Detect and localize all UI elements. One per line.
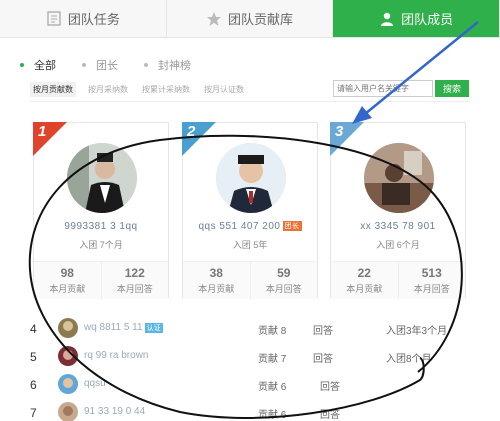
monthly-contrib-value: 22 bbox=[357, 266, 371, 280]
monthly-contrib-label: 本月贡献 bbox=[49, 284, 86, 294]
contrib-count: 贡献 8 bbox=[258, 322, 286, 337]
join-duration: 入团 7个月 bbox=[79, 240, 123, 250]
member-name-text[interactable]: qqs 551 407 200 bbox=[198, 221, 280, 232]
member-row[interactable]: 6 qqsu 贡献 6 回答 bbox=[30, 374, 470, 396]
join-duration: 入团 6个月 bbox=[376, 240, 420, 250]
contrib-label: 贡献 bbox=[258, 410, 278, 421]
member-row[interactable]: 4 wq 8811 5 11 认证 贡献 8 回答 入团3年3个月 bbox=[30, 318, 470, 340]
leader-badge: 团长 bbox=[282, 221, 302, 231]
answer-label: 回答 bbox=[320, 382, 340, 393]
rank-number: 1 bbox=[38, 123, 47, 140]
sort-monthly-certified[interactable]: 按月认证数 bbox=[204, 84, 244, 95]
sort-monthly-contrib[interactable]: 按月贡献数 bbox=[30, 82, 76, 97]
monthly-answers-value: 59 bbox=[277, 266, 291, 280]
top-member-card[interactable]: 1 9993381 3 1qq 入团 7个月 98 本月贡献 122 本月回答 bbox=[33, 122, 169, 299]
member-stats: 98 本月贡献 122 本月回答 bbox=[34, 261, 168, 299]
row-rank: 5 bbox=[30, 350, 37, 364]
rank-number: 3 bbox=[335, 123, 344, 140]
monthly-answers-value: 513 bbox=[421, 266, 442, 280]
monthly-contrib-label: 本月贡献 bbox=[198, 284, 235, 294]
monthly-answers-label: 本月回答 bbox=[413, 284, 450, 294]
sort-monthly-adopted[interactable]: 按月采纳数 bbox=[88, 84, 128, 95]
star-icon bbox=[206, 11, 222, 27]
member-name[interactable]: wq 8811 5 11 认证 bbox=[84, 322, 163, 333]
filter-hall-of-fame[interactable]: 封神榜 bbox=[144, 57, 191, 73]
tab-label: 团队成员 bbox=[401, 12, 454, 27]
member-filter: 全部 团长 封神榜 bbox=[20, 57, 191, 73]
user-icon bbox=[379, 11, 395, 27]
answer-label: 回答 bbox=[313, 326, 333, 337]
rank-badge: 2 bbox=[182, 122, 216, 156]
row-rank: 7 bbox=[30, 406, 37, 420]
monthly-answers-label: 本月回答 bbox=[265, 284, 302, 294]
rank-number: 2 bbox=[187, 123, 196, 140]
sort-bar: 按月贡献数 按月采纳数 按累计采纳数 按月认证数 搜索 bbox=[30, 80, 470, 102]
contrib-value: 8 bbox=[280, 326, 287, 337]
bullet-icon bbox=[82, 63, 86, 67]
join-duration: 入团8个月 bbox=[386, 354, 432, 365]
contrib-value: 6 bbox=[280, 410, 287, 421]
contrib-value: 6 bbox=[280, 382, 287, 393]
bullet-icon bbox=[144, 63, 148, 67]
avatar[interactable] bbox=[364, 143, 434, 213]
contrib-label: 贡献 bbox=[258, 382, 278, 393]
member-row[interactable]: 7 91 33 19 0 44 贡献 6 回答 bbox=[30, 402, 470, 421]
tab-label: 团队贡献库 bbox=[228, 12, 294, 27]
document-icon bbox=[46, 11, 62, 27]
answer-label: 回答 bbox=[320, 410, 340, 421]
tab-team-contributions[interactable]: 团队贡献库 bbox=[166, 0, 334, 37]
avatar[interactable] bbox=[58, 374, 78, 394]
member-name[interactable]: 91 33 19 0 44 bbox=[84, 406, 145, 417]
tab-label: 团队任务 bbox=[67, 12, 120, 27]
monthly-contrib-label: 本月贡献 bbox=[346, 284, 383, 294]
member-name[interactable]: rq 99 ra brown bbox=[84, 350, 148, 361]
search-button[interactable]: 搜索 bbox=[435, 80, 469, 97]
monthly-answers-value: 122 bbox=[124, 266, 145, 280]
avatar[interactable] bbox=[58, 402, 78, 421]
avatar[interactable] bbox=[58, 318, 78, 338]
monthly-contrib-value: 38 bbox=[209, 266, 223, 280]
avatar[interactable] bbox=[216, 143, 286, 213]
monthly-contrib-value: 98 bbox=[60, 266, 74, 280]
member-name[interactable]: xx 3345 78 901 bbox=[331, 221, 465, 232]
contrib-count: 贡献 6 bbox=[258, 406, 286, 421]
row-rank: 4 bbox=[30, 322, 37, 336]
row-rank: 6 bbox=[30, 378, 37, 392]
certified-badge: 认证 bbox=[144, 323, 163, 333]
filter-leader[interactable]: 团长 bbox=[82, 57, 118, 73]
avatar[interactable] bbox=[58, 346, 78, 366]
member-name-text[interactable]: wq 8811 5 11 bbox=[84, 322, 143, 333]
tab-team-tasks[interactable]: 团队任务 bbox=[0, 0, 167, 37]
avatar[interactable] bbox=[67, 143, 137, 213]
tab-team-members[interactable]: 团队成员 bbox=[333, 0, 500, 37]
top-member-card[interactable]: 3 xx 3345 78 901 入团 6个月 22 本月贡献 513 本月回答 bbox=[330, 122, 466, 299]
bullet-icon bbox=[20, 63, 24, 67]
top-member-card[interactable]: 2 qqs 551 407 200 团长 入团 5年 38 本月贡献 59 本月回答 bbox=[182, 122, 318, 299]
team-tabs: 团队任务 团队贡献库 团队成员 bbox=[0, 0, 500, 38]
rank-badge: 1 bbox=[33, 122, 67, 156]
member-name[interactable]: 9993381 3 1qq bbox=[34, 221, 168, 232]
filter-all[interactable]: 全部 bbox=[20, 57, 56, 73]
answer-label: 回答 bbox=[313, 354, 333, 365]
join-duration: 入团 5年 bbox=[232, 240, 268, 250]
sort-total-adopted[interactable]: 按累计采纳数 bbox=[142, 84, 190, 95]
member-name[interactable]: qqs 551 407 200 团长 bbox=[183, 221, 317, 232]
rank-badge: 3 bbox=[330, 122, 364, 156]
member-stats: 22 本月贡献 513 本月回答 bbox=[331, 261, 465, 299]
contrib-label: 贡献 bbox=[258, 354, 278, 365]
monthly-answers-label: 本月回答 bbox=[116, 284, 153, 294]
contrib-label: 贡献 bbox=[258, 326, 278, 337]
contrib-count: 贡献 7 bbox=[258, 350, 286, 365]
member-row[interactable]: 5 rq 99 ra brown 贡献 7 回答 入团8个月 bbox=[30, 346, 470, 368]
contrib-count: 贡献 6 bbox=[258, 378, 286, 393]
search-input[interactable] bbox=[333, 80, 433, 97]
member-stats: 38 本月贡献 59 本月回答 bbox=[183, 261, 317, 299]
join-duration: 入团3年3个月 bbox=[386, 326, 448, 337]
member-name[interactable]: qqsu bbox=[84, 378, 106, 389]
contrib-value: 7 bbox=[280, 354, 287, 365]
